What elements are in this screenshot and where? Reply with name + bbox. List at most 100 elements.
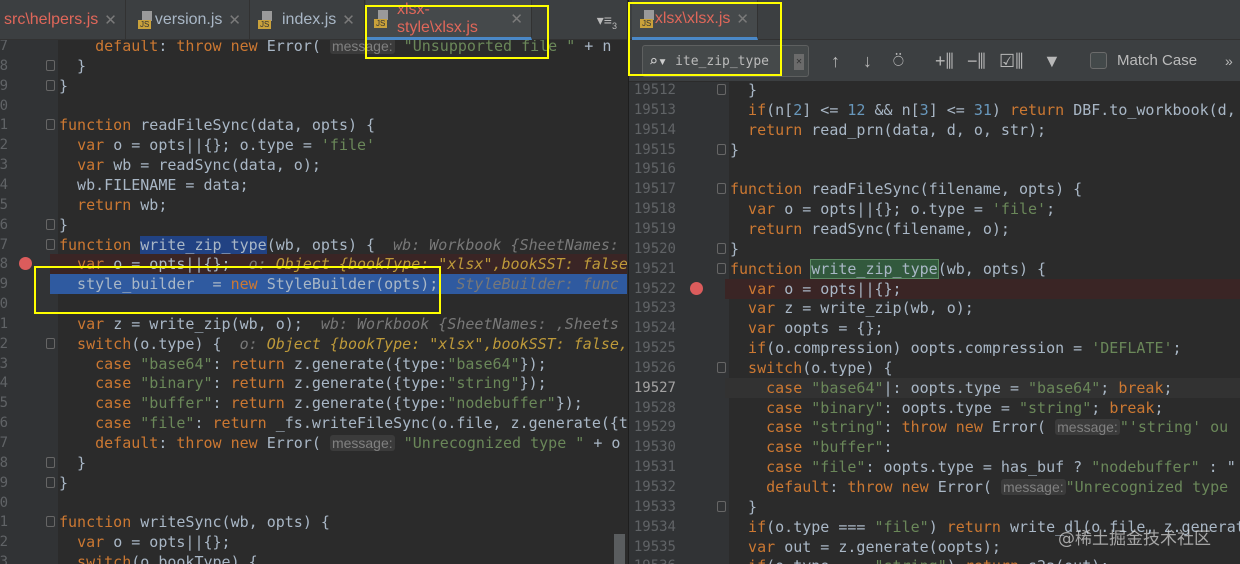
more-options-icon[interactable]: »	[1225, 49, 1233, 73]
code-line[interactable]: 9 style_builder = new StyleBuilder(opts)…	[0, 274, 627, 295]
code-line[interactable]: 2 var o = opts||{}; o.type = 'file'	[0, 135, 627, 155]
code-line[interactable]: 19514 return read_prn(data, d, o, str);	[629, 120, 1240, 140]
fold-marker-icon[interactable]	[717, 84, 726, 95]
fold-marker-icon[interactable]	[717, 242, 726, 254]
match-case-label[interactable]: Match Case	[1117, 49, 1197, 73]
fold-marker-icon[interactable]	[46, 119, 55, 131]
code-line[interactable]: 8 }	[0, 56, 627, 76]
fold-marker-icon[interactable]	[46, 337, 55, 349]
match-case-checkbox[interactable]	[1090, 52, 1107, 69]
fold-marker-icon[interactable]	[46, 476, 55, 488]
code-line[interactable]: 4 wb.FILENAME = data;	[0, 175, 627, 195]
tab-list-icon[interactable]: ▾≡3	[597, 12, 617, 31]
fold-marker-icon[interactable]	[717, 183, 726, 195]
breakpoint-icon[interactable]	[690, 281, 703, 295]
code-line[interactable]: 2 var o = opts||{};	[0, 532, 627, 552]
line-number: 6	[0, 415, 8, 432]
code-token: return	[1009, 100, 1074, 119]
add-selection-icon[interactable]: +⫼	[935, 49, 954, 73]
code-line[interactable]: 7 function write_zip_type(wb, opts) { wb:…	[0, 235, 627, 255]
code-line[interactable]: 0	[0, 294, 627, 314]
code-token: }	[730, 497, 758, 516]
code-line[interactable]: 5 case "buffer": return z.generate({type…	[0, 393, 627, 413]
fold-marker-icon[interactable]	[717, 262, 726, 274]
code-line[interactable]: 19519 return readSync(filename, o);	[629, 219, 1240, 239]
tab-helpers[interactable]: src\helpers.js ✕	[0, 0, 126, 40]
code-line[interactable]: 3 switch(o.bookType) {	[0, 552, 627, 564]
fold-marker-icon[interactable]	[46, 456, 55, 468]
code-token: var	[77, 533, 114, 552]
code-line[interactable]: 4 case "binary": return z.generate({type…	[0, 373, 627, 393]
code-line[interactable]: 2 switch(o.type) { o: Object {bookType: …	[0, 334, 627, 354]
code-line[interactable]: 1 function writeSync(wb, opts) {	[0, 512, 627, 532]
code-token: default	[766, 478, 830, 496]
code-line[interactable]: 19518 var o = opts||{}; o.type = 'file';	[629, 199, 1240, 219]
code-line[interactable]: 19532 default: throw new Error( message:…	[629, 477, 1240, 497]
tab-xlsx-style[interactable]: xlsx-style\xlsx.js ✕	[366, 0, 532, 40]
code-line[interactable]: 19516	[629, 159, 1240, 179]
fold-marker-icon[interactable]	[717, 143, 726, 155]
code-line[interactable]: 1 var z = write_zip(wb, o); wb: Workbook…	[0, 314, 627, 334]
tab-index[interactable]: index.js ✕	[250, 0, 365, 40]
code-line[interactable]: 1 function readFileSync(data, opts) {	[0, 115, 627, 135]
code-line[interactable]: 19525 if(o.compression) oopts.compressio…	[629, 338, 1240, 358]
code-line[interactable]: 19523 var z = write_zip(wb, o);	[629, 298, 1240, 318]
fold-marker-icon[interactable]	[46, 79, 55, 91]
previous-occurrence-icon[interactable]: ↑	[831, 49, 840, 73]
fold-marker-icon[interactable]	[46, 218, 55, 230]
tab-xlsx[interactable]: xlsx\xlsx.js ✕	[632, 0, 758, 40]
code-token: :	[158, 434, 177, 452]
code-line[interactable]: 0	[0, 493, 627, 513]
fold-marker-icon[interactable]	[717, 500, 726, 512]
code-token: wb = readSync(data, o);	[113, 156, 321, 175]
fold-marker-icon[interactable]	[46, 516, 55, 528]
code-line[interactable]: 0	[0, 96, 627, 116]
code-line[interactable]: 19527 case "base64"|: oopts.type = "base…	[634, 377, 1240, 398]
search-input[interactable]: ⌕▾ ite_zip_type ✕	[642, 45, 809, 77]
find-all-icon[interactable]: ⍥	[893, 49, 904, 73]
code-line[interactable]: 5 return wb;	[0, 195, 627, 215]
search-icon[interactable]: ⌕▾	[649, 52, 667, 70]
code-token: function	[59, 513, 141, 532]
fold-marker-icon[interactable]	[717, 361, 726, 373]
fold-marker-icon[interactable]	[46, 238, 55, 250]
filter-icon[interactable]: ▼	[1043, 49, 1061, 73]
select-all-occurrences-icon[interactable]: ☑⫼	[999, 49, 1023, 73]
code-line[interactable]: 3 var wb = readSync(data, o);	[0, 155, 627, 175]
code-line[interactable]: 6}	[0, 215, 627, 235]
code-line[interactable]: 9}	[0, 473, 627, 493]
tab-version[interactable]: version.js ✕	[130, 0, 250, 40]
clear-search-icon[interactable]: ✕	[794, 54, 804, 70]
code-line[interactable]: 19513 if(n[2] <= 12 && n[3] <= 31) retur…	[629, 100, 1240, 120]
code-line[interactable]: 3 case "base64": return z.generate({type…	[0, 354, 627, 374]
code-line[interactable]: 19524 var oopts = {};	[629, 318, 1240, 338]
close-icon[interactable]: ✕	[104, 11, 117, 29]
close-icon[interactable]: ✕	[228, 11, 241, 29]
code-line[interactable]: 19536 if(o.type === "string") return s2a…	[629, 556, 1240, 564]
code-line[interactable]: 7 default: throw new Error( message: "Un…	[0, 433, 627, 453]
code-token: ] <=	[928, 100, 974, 119]
code-line[interactable]: 8 }	[0, 453, 627, 473]
code-line[interactable]: 8 var o = opts||{}; o: Object {bookType:…	[0, 254, 627, 275]
code-text: case "binary": return z.generate({type:"…	[59, 373, 547, 393]
left-scrollbar[interactable]	[614, 534, 625, 564]
fold-marker-icon[interactable]	[46, 59, 55, 71]
code-line[interactable]: 19530 case "buffer":	[629, 437, 1240, 457]
code-token: oopts = {};	[784, 319, 884, 338]
code-token: var	[77, 314, 114, 333]
code-line[interactable]: 19522 var o = opts||{};	[634, 278, 1240, 299]
code-token: :	[194, 414, 213, 433]
code-token: new	[230, 275, 267, 294]
remove-selection-icon[interactable]: −⫼	[967, 49, 986, 73]
next-occurrence-icon[interactable]: ↓	[863, 49, 872, 73]
close-icon[interactable]: ✕	[342, 11, 355, 29]
code-text: if(o.compression) oopts.compression = 'D…	[730, 338, 1182, 358]
code-line[interactable]: 9}	[0, 76, 627, 96]
code-line[interactable]: 6 case "file": return _fs.writeFileSync(…	[0, 413, 627, 433]
code-line[interactable]: 19529 case "string": throw new Error( me…	[629, 417, 1240, 437]
code-line[interactable]: 19528 case "binary": oopts.type = "strin…	[629, 398, 1240, 418]
close-icon[interactable]: ✕	[736, 10, 749, 28]
code-line[interactable]: 19531 case "file": oopts.type = has_buf …	[629, 457, 1240, 477]
close-icon[interactable]: ✕	[510, 10, 523, 28]
